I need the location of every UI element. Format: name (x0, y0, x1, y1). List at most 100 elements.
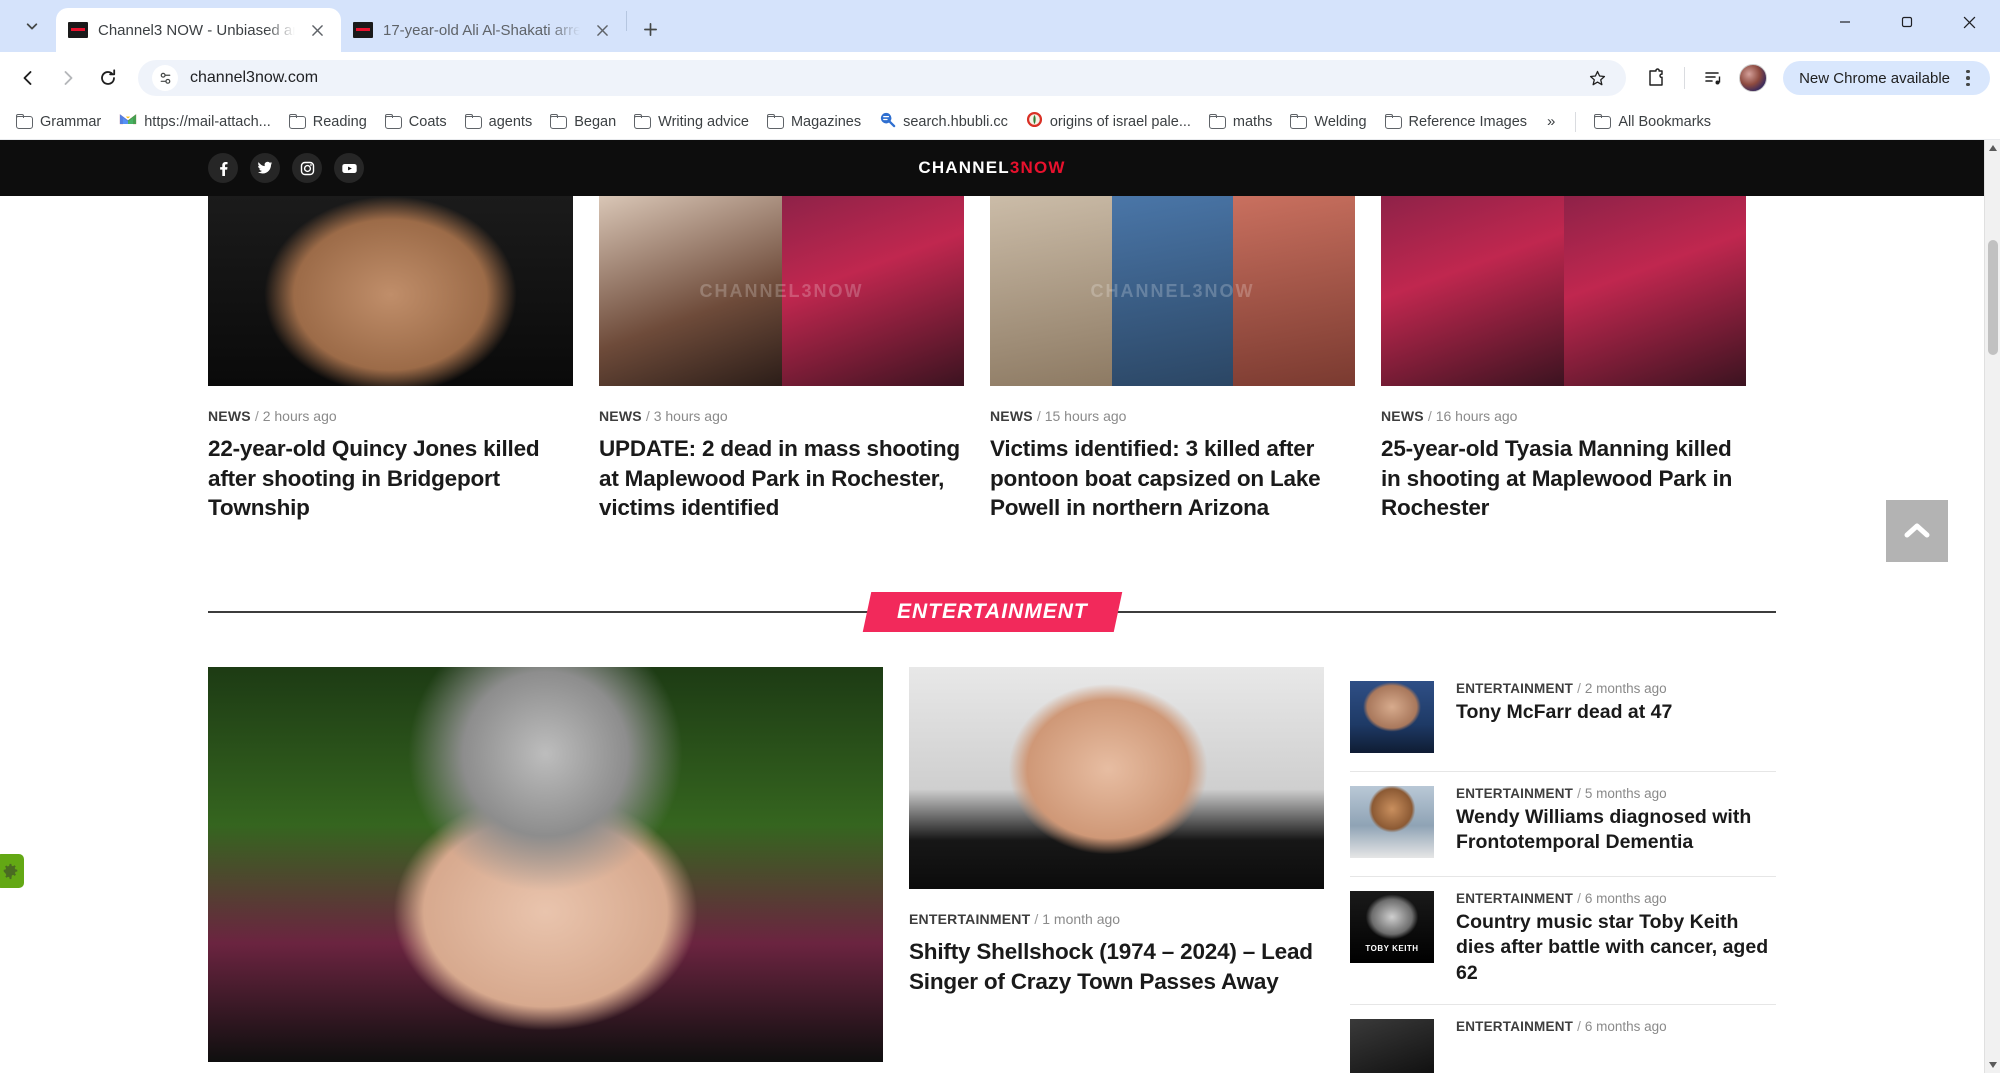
accessibility-widget-button[interactable] (0, 854, 24, 888)
forward-button[interactable] (50, 60, 86, 96)
news-thumbnail[interactable] (208, 196, 573, 386)
news-headline[interactable]: Victims identified: 3 killed after ponto… (990, 434, 1355, 523)
news-category[interactable]: ENTERTAINMENT (1456, 891, 1573, 906)
bookmark-grammar[interactable]: Grammar (8, 109, 109, 135)
list-item-headline[interactable]: Country music star Toby Keith dies after… (1456, 910, 1776, 986)
bookmark-began[interactable]: Began (542, 109, 624, 135)
meta-separator: / (1427, 408, 1432, 424)
list-item-headline[interactable]: Wendy Williams diagnosed with Frontotemp… (1456, 805, 1776, 856)
article-image (909, 667, 1324, 890)
reload-button[interactable] (90, 60, 126, 96)
site-logo[interactable]: CHANNEL3NOW (918, 158, 1065, 178)
maximize-button[interactable] (1876, 0, 1938, 44)
folder-icon (1594, 114, 1612, 129)
instagram-icon[interactable] (292, 153, 322, 183)
scrollbar-up-arrow[interactable] (1985, 140, 2000, 156)
tab-ali-al-shakati[interactable]: 17-year-old Ali Al-Shakati arres (341, 8, 626, 52)
news-headline[interactable]: Shifty Shellshock (1974 – 2024) – Lead S… (909, 937, 1324, 996)
bookmark-coats[interactable]: Coats (377, 109, 455, 135)
folder-icon (16, 114, 33, 129)
news-headline[interactable]: UPDATE: 2 dead in mass shooting at Maple… (599, 434, 964, 523)
bookmark-welding[interactable]: Welding (1282, 109, 1374, 135)
new-tab-button[interactable] (633, 12, 667, 46)
news-category[interactable]: ENTERTAINMENT (1456, 681, 1573, 696)
page-scrollbar[interactable] (1984, 140, 2000, 1073)
chrome-update-button[interactable]: New Chrome available (1783, 61, 1990, 95)
scroll-to-top-button[interactable] (1886, 500, 1948, 562)
news-category[interactable]: ENTERTAINMENT (1456, 786, 1573, 801)
section-rule-left (208, 611, 869, 614)
close-icon[interactable] (590, 18, 614, 42)
site-logo-main: CHANNEL (918, 158, 1010, 177)
site-settings-icon[interactable] (152, 65, 178, 91)
list-item-thumbnail[interactable] (1350, 1019, 1434, 1073)
section-badge: ENTERTAINMENT (862, 592, 1122, 633)
window-controls (1814, 0, 2000, 52)
news-card[interactable]: CHANNEL3NOW NEWS/15 hours ago Victims id… (990, 196, 1355, 523)
list-item-thumbnail[interactable] (1350, 681, 1434, 754)
news-headline[interactable]: 22-year-old Quincy Jones killed after sh… (208, 434, 573, 523)
bookmark-magazines[interactable]: Magazines (759, 109, 869, 135)
all-bookmarks-label: All Bookmarks (1618, 113, 1712, 130)
bookmark-writing-advice[interactable]: Writing advice (626, 109, 757, 135)
back-button[interactable] (10, 60, 46, 96)
url-text[interactable]: channel3now.com (190, 69, 1570, 87)
bookmark-mail-attach[interactable]: https://mail-attach... (111, 107, 279, 136)
close-icon[interactable] (305, 18, 329, 42)
news-thumbnail[interactable] (1381, 196, 1746, 386)
address-bar[interactable]: channel3now.com (138, 60, 1627, 96)
bookmark-star-icon[interactable] (1582, 63, 1612, 93)
folder-icon (1208, 114, 1226, 129)
chrome-menu-icon[interactable] (1954, 64, 1982, 92)
reading-list-icon[interactable] (1695, 60, 1731, 96)
bookmark-reference-images[interactable]: Reference Images (1377, 109, 1535, 135)
bookmark-maths[interactable]: maths (1201, 109, 1281, 135)
extensions-icon[interactable] (1638, 60, 1674, 96)
list-item-thumbnail[interactable] (1350, 786, 1434, 859)
bookmarks-overflow-button[interactable]: » (1537, 108, 1565, 135)
bookmark-label: Began (574, 113, 617, 130)
news-category[interactable]: ENTERTAINMENT (909, 911, 1030, 927)
news-thumbnail[interactable]: CHANNEL3NOW (990, 196, 1355, 386)
feature-thumbnail[interactable] (909, 667, 1324, 890)
scrollbar-down-arrow[interactable] (1985, 1057, 2000, 1073)
all-bookmarks-button[interactable]: All Bookmarks (1586, 109, 1719, 135)
list-item[interactable]: TOBY KEITH ENTERTAINMENT /6 months ago Co… (1350, 876, 1776, 1004)
folder-icon (1384, 114, 1402, 129)
profile-button[interactable] (1735, 60, 1771, 96)
entertainment-hero-card[interactable] (208, 667, 883, 1073)
news-category[interactable]: ENTERTAINMENT (1456, 1019, 1573, 1034)
facebook-icon[interactable] (208, 153, 238, 183)
bookmark-label: https://mail-attach... (144, 113, 271, 130)
entertainment-feature-card[interactable]: ENTERTAINMENT/1 month ago Shifty Shellsh… (909, 667, 1324, 1073)
youtube-icon[interactable] (334, 153, 364, 183)
toolbar-divider (1684, 67, 1686, 89)
news-headline[interactable]: 25-year-old Tyasia Manning killed in sho… (1381, 434, 1746, 523)
twitter-icon[interactable] (250, 153, 280, 183)
bookmark-origins-israel-palestine[interactable]: origins of israel pale... (1018, 106, 1199, 138)
list-item[interactable]: ENTERTAINMENT /5 months ago Wendy William… (1350, 771, 1776, 876)
bookmark-reading[interactable]: Reading (281, 109, 375, 135)
news-category[interactable]: NEWS (1381, 408, 1424, 424)
news-thumbnail[interactable]: CHANNEL3NOW (599, 196, 964, 386)
news-category[interactable]: NEWS (208, 408, 251, 424)
news-category[interactable]: NEWS (990, 408, 1033, 424)
news-card[interactable]: CHANNEL3NOW NEWS/3 hours ago UPDATE: 2 d… (599, 196, 964, 523)
news-card[interactable]: NEWS/2 hours ago 22-year-old Quincy Jone… (208, 196, 573, 523)
list-item-thumbnail[interactable]: TOBY KEITH (1350, 891, 1434, 964)
news-card[interactable]: NEWS/16 hours ago 25-year-old Tyasia Man… (1381, 196, 1746, 523)
bookmark-search-hbubli[interactable]: search.hbubli.cc (871, 106, 1016, 138)
news-category[interactable]: NEWS (599, 408, 642, 424)
chrome-update-label: New Chrome available (1799, 69, 1950, 87)
list-item[interactable]: ENTERTAINMENT /6 months ago (1350, 1004, 1776, 1073)
entertainment-list: ENTERTAINMENT/2 months ago Tony McFarr d… (1350, 667, 1776, 1073)
list-item-headline[interactable]: Tony McFarr dead at 47 (1456, 700, 1776, 725)
bookmark-agents[interactable]: agents (457, 109, 541, 135)
list-item[interactable]: ENTERTAINMENT /2 months ago Tony McFarr d… (1350, 667, 1776, 771)
tab-channel3now[interactable]: Channel3 NOW - Unbiased and (56, 8, 341, 52)
scrollbar-thumb[interactable] (1988, 240, 1998, 355)
window-close-button[interactable] (1938, 0, 2000, 44)
tab-search-button[interactable] (14, 8, 50, 44)
hero-thumbnail[interactable] (208, 667, 883, 1063)
minimize-button[interactable] (1814, 0, 1876, 44)
